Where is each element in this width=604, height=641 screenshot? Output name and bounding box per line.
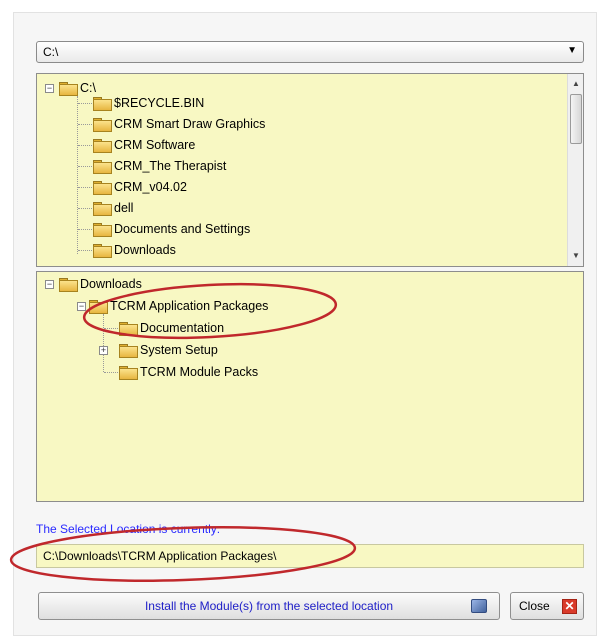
drive-select[interactable]: C:\ ▼ (36, 41, 584, 63)
folder-icon (119, 344, 138, 358)
tree-node-downloads[interactable]: Downloads (93, 240, 176, 260)
folder-icon (93, 139, 112, 153)
scroll-up-icon[interactable]: ▲ (568, 76, 583, 92)
folder-icon (93, 202, 112, 216)
folder-icon (59, 278, 78, 292)
chevron-down-icon[interactable]: ▼ (567, 45, 577, 56)
folder-icon (93, 97, 112, 111)
close-icon: ✕ (562, 599, 577, 614)
collapse-icon[interactable]: − (45, 84, 54, 93)
close-button-label: Close (519, 599, 550, 613)
tree-node-system-setup[interactable]: System Setup (119, 340, 218, 360)
tree-root-node[interactable]: Downloads (59, 274, 142, 294)
scrollbar-thumb[interactable] (570, 94, 582, 144)
folder-icon (93, 160, 112, 174)
tree-node-documentation[interactable]: Documentation (119, 318, 224, 338)
collapse-icon[interactable]: − (45, 280, 54, 289)
install-button-label: Install the Module(s) from the selected … (144, 599, 394, 613)
tree-node-crm-software[interactable]: CRM Software (93, 135, 195, 155)
folder-icon (93, 223, 112, 237)
tree-node-crm-therapist[interactable]: CRM_The Therapist (93, 156, 226, 176)
tree-node-crm-smart-draw[interactable]: CRM Smart Draw Graphics (93, 114, 265, 134)
tree-node-recycle-bin[interactable]: $RECYCLE.BIN (93, 93, 204, 113)
selected-location-label: The Selected Location is currently: (36, 522, 221, 536)
scroll-down-icon[interactable]: ▼ (568, 248, 583, 264)
folder-icon (119, 366, 138, 380)
install-button[interactable]: Install the Module(s) from the selected … (38, 592, 500, 620)
tree-node-crm-v0402[interactable]: CRM_v04.02 (93, 177, 187, 197)
selected-path-field[interactable]: C:\Downloads\TCRM Application Packages\ (36, 544, 584, 568)
disk-icon (471, 599, 487, 613)
folder-icon (93, 244, 112, 258)
close-button[interactable]: Close ✕ (510, 592, 584, 620)
folder-tree-bottom[interactable]: − Downloads − TCRM Application Packages … (36, 271, 584, 502)
tree-node-selected[interactable]: TCRM Application Packages (89, 296, 268, 316)
vertical-scrollbar[interactable]: ▲ ▼ (567, 74, 583, 266)
folder-icon (119, 322, 138, 336)
folder-icon (89, 300, 108, 314)
folder-icon (93, 118, 112, 132)
tree-node-module-packs[interactable]: TCRM Module Packs (119, 362, 258, 382)
folder-icon (59, 82, 78, 96)
collapse-icon[interactable]: − (77, 302, 86, 311)
tree-root-node[interactable]: C:\ (59, 78, 96, 98)
expand-icon[interactable]: + (99, 346, 108, 355)
folder-icon (93, 181, 112, 195)
tree-node-documents-settings[interactable]: Documents and Settings (93, 219, 250, 239)
tree-node-dell[interactable]: dell (93, 198, 133, 218)
drive-select-value: C:\ (43, 45, 59, 59)
folder-tree-top[interactable]: − C:\ $RECYCLE.BIN CRM Smart Draw Graphi… (36, 73, 584, 267)
